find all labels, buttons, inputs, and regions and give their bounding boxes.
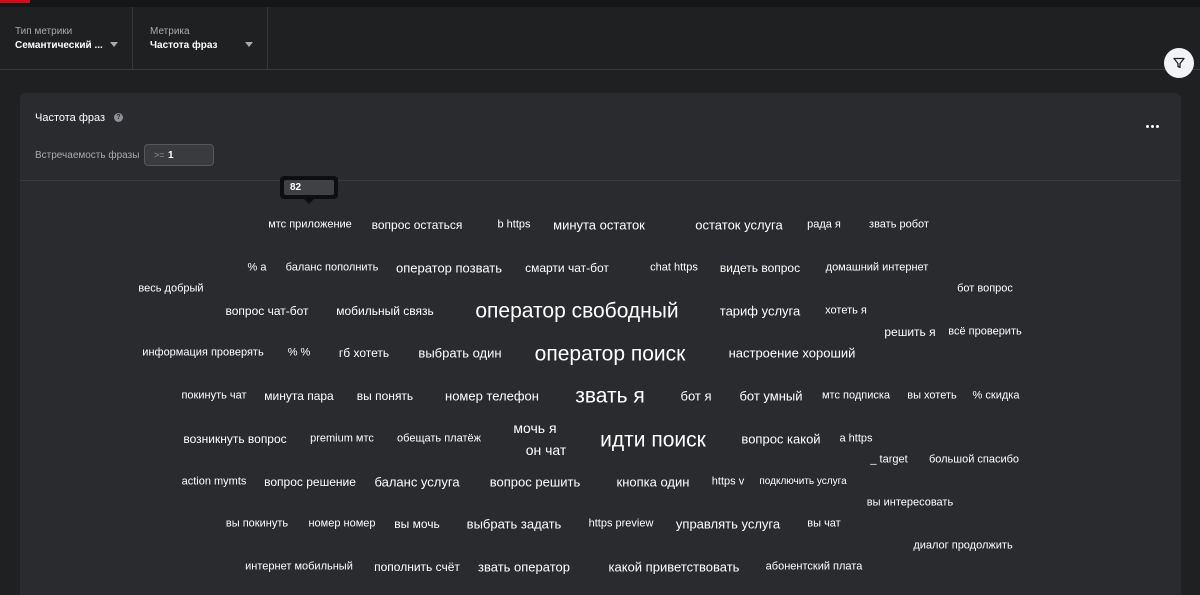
word-cloud-item[interactable]: вопрос решить [490,476,580,489]
word-cloud-item[interactable]: % скидка [973,390,1020,402]
word-cloud-item[interactable]: возникнуть вопрос [183,433,286,445]
word-cloud-item[interactable]: диалог продолжить [913,540,1012,552]
chevron-down-icon[interactable] [110,42,118,47]
word-cloud-item[interactable]: b https [497,219,530,231]
word-tooltip: 82 [280,176,338,204]
word-cloud-item[interactable]: кнопка один [617,476,690,489]
word-cloud-item[interactable]: выбрать задать [467,518,562,531]
word-cloud-item[interactable]: вопрос чат-бот [225,305,308,317]
word-cloud-item[interactable]: минута остаток [553,219,645,232]
filter-button[interactable] [1164,48,1194,78]
word-cloud-item[interactable]: вы интересовать [867,497,953,509]
word-cloud-item[interactable]: вопрос какой [741,433,820,446]
word-cloud-item[interactable]: весь добрый [138,283,203,295]
word-cloud-item[interactable]: он чат [526,443,567,457]
tooltip-body: 82 [284,180,334,195]
word-cloud-item[interactable]: рада я [807,219,841,231]
word-cloud-item[interactable]: номер номер [308,518,375,530]
word-cloud-item[interactable]: мтс приложение [268,219,352,231]
word-cloud-item[interactable]: звать робот [869,219,929,231]
word-cloud-item[interactable]: a https [839,433,872,445]
metric-select[interactable]: Метрика Частота фраз [133,7,268,69]
chevron-down-icon[interactable] [245,42,253,47]
word-cloud-item[interactable]: вопрос остаться [372,219,463,231]
frequency-label: Встречаемость фразы [35,150,140,161]
word-cloud-item[interactable]: вы мочь [394,518,440,530]
word-cloud-item[interactable]: минута пара [264,390,333,402]
tooltip-value: 82 [290,182,302,193]
word-cloud-item[interactable]: какой приветствовать [609,561,740,574]
frequency-value: 1 [168,150,174,161]
word-cloud-item[interactable]: вопрос решение [264,476,356,488]
word-cloud-item[interactable]: гб хотеть [339,347,389,359]
word-cloud-item[interactable]: вы хотеть [907,390,957,402]
word-cloud-item[interactable]: номер телефон [445,390,539,403]
card-title: Частота фраз [35,112,106,124]
word-cloud-item[interactable]: решить я [884,326,935,338]
word-cloud-item[interactable]: баланс услуга [374,476,459,489]
word-cloud-item[interactable]: _ target [870,454,907,466]
word-cloud-item[interactable]: мочь я [513,421,556,435]
word-cloud-item[interactable]: настроение хороший [729,347,856,360]
word-cloud-item[interactable]: домашний интернет [826,262,929,274]
word-cloud-item[interactable]: всё проверить [948,326,1021,338]
word-cloud-item[interactable]: смарти чат-бот [525,262,609,274]
word-cloud-item[interactable]: вы покинуть [226,518,288,530]
frequency-operator: >= [154,150,165,160]
metric-value: Частота фраз [150,40,218,51]
word-cloud-item[interactable]: звать я [575,386,645,407]
word-cloud-item[interactable]: интернет мобильный [245,561,353,573]
word-cloud-item[interactable]: баланс пополнить [286,262,379,274]
word-cloud-item[interactable]: action mymts [182,476,247,488]
word-cloud-item[interactable]: хотеть я [825,305,867,317]
brand-accent [0,0,30,3]
word-cloud-item[interactable]: premium мтс [310,433,374,445]
help-icon[interactable]: ? [114,113,123,122]
more-options-icon[interactable] [1146,115,1161,128]
word-cloud-item[interactable]: идти поиск [600,430,706,451]
top-bar [0,0,1200,7]
divider [20,180,1181,181]
word-cloud-item[interactable]: абонентский плата [766,561,863,573]
word-cloud-item[interactable]: оператор свободный [475,301,678,322]
filter-bar: Тип метрики Семантический ... Метрика Ча… [0,7,1200,70]
metric-label: Метрика [150,26,190,37]
word-cloud-item[interactable]: остаток услуга [695,219,782,232]
tooltip-arrow [304,199,314,204]
frequency-input[interactable]: >= 1 [144,144,214,166]
word-cloud-item[interactable]: управлять услуга [676,518,780,531]
word-cloud-item[interactable]: тариф услуга [720,305,800,318]
word-cloud-item[interactable]: подключить услуга [759,477,846,487]
word-cloud-item[interactable]: мобильный связь [336,305,434,317]
word-cloud-item[interactable]: видеть вопрос [720,262,800,274]
word-cloud-item[interactable]: https preview [589,518,654,530]
word-cloud-item[interactable]: покинуть чат [181,390,246,402]
word-cloud-item[interactable]: https v [712,476,744,488]
word-cloud-item[interactable]: бот вопрос [957,283,1013,295]
word-cloud-item[interactable]: информация проверять [142,347,263,359]
word-cloud-item[interactable]: оператор позвать [396,262,502,275]
metric-type-value: Семантический ... [15,40,103,51]
word-cloud-item[interactable]: % а [248,262,267,274]
word-cloud-item[interactable]: обещать платёж [397,433,481,445]
word-cloud-item[interactable]: большой спасибо [929,454,1019,466]
word-cloud-item[interactable]: вы понять [357,390,413,402]
metric-type-label: Тип метрики [15,26,73,37]
word-cloud-item[interactable]: звать оператор [478,561,570,574]
filter-icon [1173,57,1185,69]
word-cloud-item[interactable]: % % [288,347,311,359]
word-cloud-item[interactable]: бот я [681,390,712,403]
word-cloud-item[interactable]: вы чат [807,518,840,530]
word-cloud-item[interactable]: chat https [650,262,698,274]
word-cloud-item[interactable]: пополнить счёт [374,561,460,573]
word-cloud-item[interactable]: оператор поиск [535,344,686,365]
word-cloud-item[interactable]: бот умный [739,390,802,403]
word-cloud-item[interactable]: выбрать один [418,347,501,360]
metric-type-select[interactable]: Тип метрики Семантический ... [0,7,133,69]
word-cloud-item[interactable]: мтс подписка [822,390,890,402]
